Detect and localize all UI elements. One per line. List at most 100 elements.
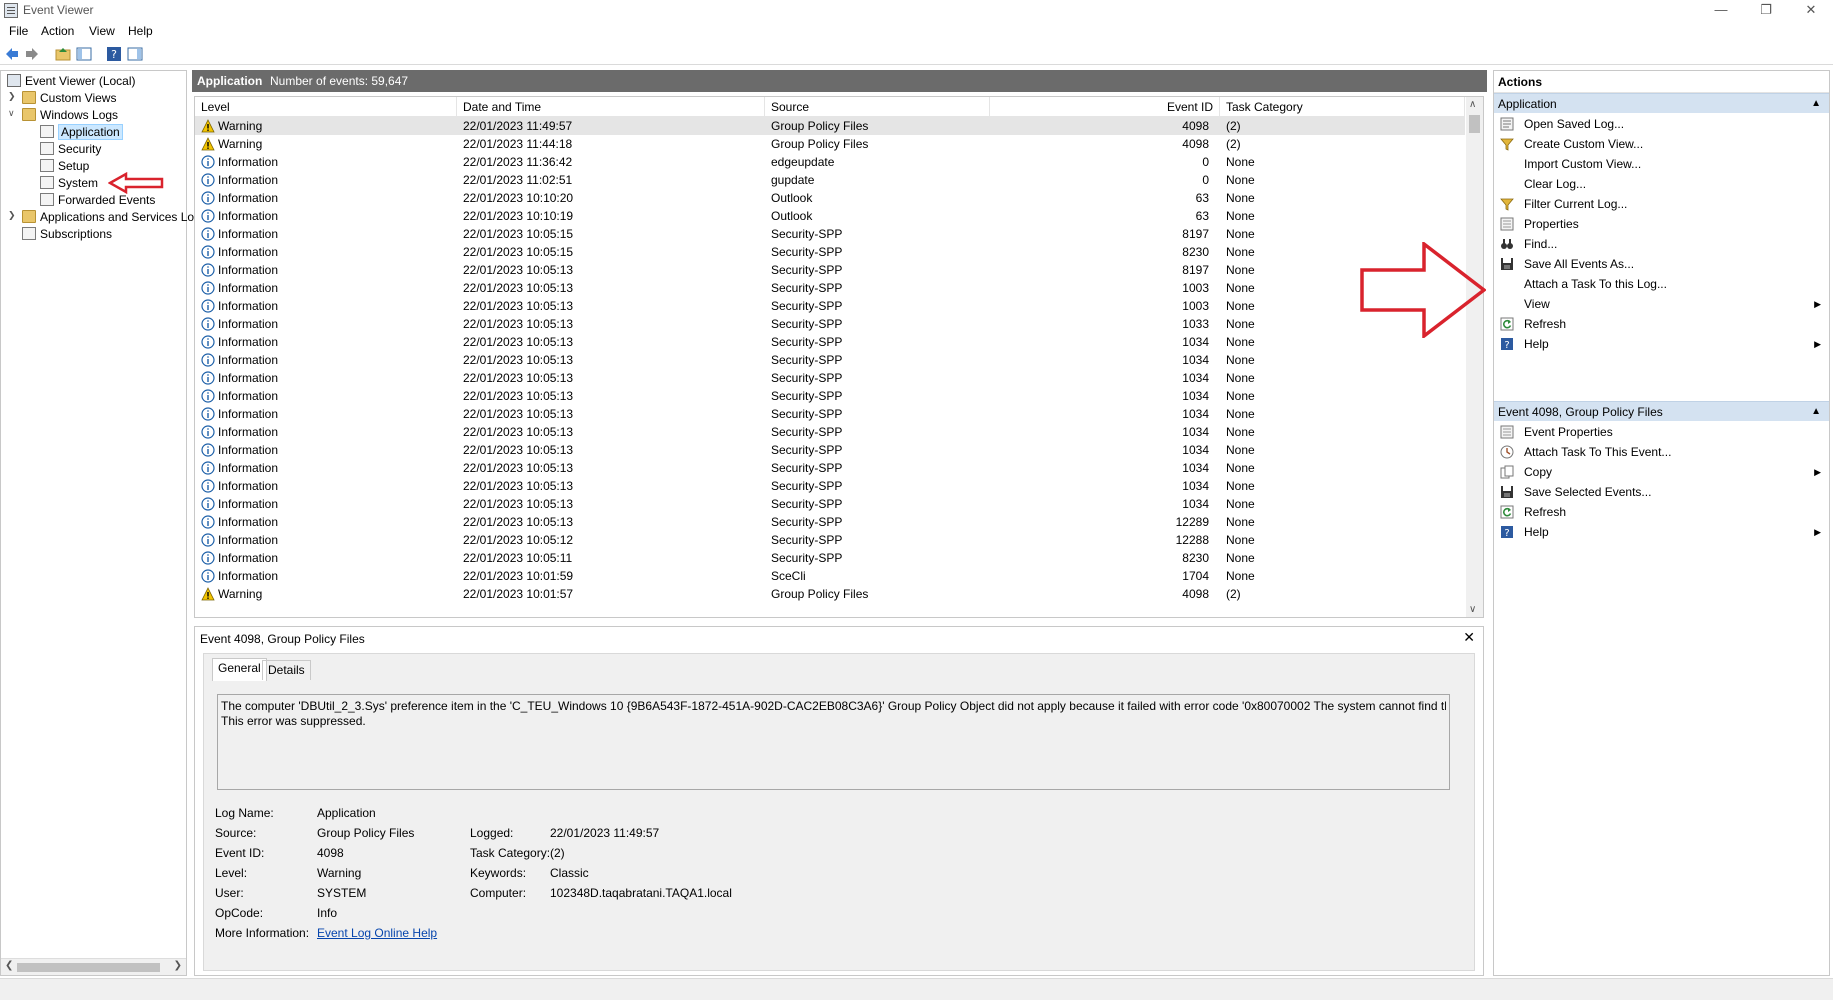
column-header-level[interactable]: Level [195,97,457,117]
action-open-saved-log[interactable]: Open Saved Log... [1494,114,1829,134]
table-row[interactable]: Information 22/01/2023 10:05:13 Security-S… [195,513,1465,531]
table-row[interactable]: Information 22/01/2023 10:05:13 Security-S… [195,441,1465,459]
cell-text: Information [218,515,279,529]
scroll-right-icon[interactable]: ❯ [174,960,182,971]
table-row[interactable]: Information 22/01/2023 10:05:13 Security-S… [195,297,1465,315]
help-icon[interactable]: ? [106,46,122,62]
action-help[interactable]: ? Help ▶ [1494,334,1829,354]
action-attach-a-task-to-this-log[interactable]: Attach a Task To this Log... [1494,274,1829,294]
table-row[interactable]: Warning 22/01/2023 10:01:57 Group Policy F… [195,585,1465,603]
table-row[interactable]: Information 22/01/2023 10:05:13 Security-S… [195,477,1465,495]
action-event-properties[interactable]: Event Properties [1494,422,1829,442]
tree-log-system[interactable]: System [40,175,98,192]
scroll-down-icon[interactable]: ∨ [1469,604,1476,615]
table-row[interactable]: Information 22/01/2023 10:05:13 Security-S… [195,279,1465,297]
collapse-chevron-icon[interactable]: ∨ [8,108,18,119]
expand-chevron-icon[interactable]: ❯ [8,210,18,221]
table-row[interactable]: Information 22/01/2023 11:36:42 edgeupdate… [195,153,1465,171]
scroll-left-icon[interactable]: ❮ [5,960,13,971]
up-folder-icon[interactable] [55,46,71,62]
section-label: Application [1498,97,1557,111]
tree-subscriptions[interactable]: Subscriptions [22,226,112,243]
tree-log-application[interactable]: Application [40,124,123,141]
tab-details[interactable]: Details [262,660,311,680]
table-row[interactable]: Information 22/01/2023 10:01:59 SceCli 1704… [195,567,1465,585]
information-icon [201,299,215,313]
tree-apps-and-services[interactable]: Applications and Services Lo [22,209,194,226]
table-row[interactable]: Information 22/01/2023 10:05:15 Security-S… [195,225,1465,243]
table-row[interactable]: Information 22/01/2023 10:05:13 Security-S… [195,459,1465,477]
action-properties[interactable]: Properties [1494,214,1829,234]
table-row[interactable]: Information 22/01/2023 10:05:13 Security-S… [195,333,1465,351]
tree-log-forwarded-events[interactable]: Forwarded Events [40,192,155,209]
scroll-thumb[interactable] [1469,115,1480,133]
forward-arrow-icon[interactable] [24,46,40,62]
table-row[interactable]: Information 22/01/2023 10:05:13 Security-S… [195,261,1465,279]
column-header-date-time[interactable]: Date and Time [457,97,765,117]
menu-file[interactable]: File [9,24,28,38]
table-row[interactable]: Information 22/01/2023 10:10:19 Outlook 63 N… [195,207,1465,225]
action-filter-current-log[interactable]: Filter Current Log... [1494,194,1829,214]
column-header-task-category[interactable]: Task Category [1220,97,1465,117]
expand-chevron-icon[interactable]: ❯ [8,91,18,102]
cell-id: 4098 [995,117,1209,135]
cell-text: 22/01/2023 10:05:13 [463,281,574,295]
menu-view[interactable]: View [89,24,115,38]
back-arrow-icon[interactable] [4,46,20,62]
collapse-caret-icon[interactable]: ▲ [1811,402,1821,422]
tree-root[interactable]: Event Viewer (Local) [7,73,136,90]
cell-text: Warning [218,587,263,601]
action-save-all-events-as[interactable]: Save All Events As... [1494,254,1829,274]
action-clear-log[interactable]: Clear Log... [1494,174,1829,194]
menu-help[interactable]: Help [128,24,153,38]
action-refresh[interactable]: Refresh [1494,314,1829,334]
event-list-scrollbar[interactable]: ∧ ∨ [1466,97,1483,617]
table-row[interactable]: Warning 22/01/2023 11:49:57 Group Policy F… [195,117,1465,135]
tab-general[interactable]: General [212,658,267,681]
table-row[interactable]: Information 22/01/2023 10:10:20 Outlook 63 N… [195,189,1465,207]
show-action-pane-icon[interactable] [127,46,143,62]
event-log-online-help-link[interactable]: Event Log Online Help [317,926,437,940]
scroll-thumb[interactable] [17,963,160,972]
action-find[interactable]: Find... [1494,234,1829,254]
tree-log-setup[interactable]: Setup [40,158,89,175]
action-refresh[interactable]: Refresh [1494,502,1829,522]
actions-section-event[interactable]: Event 4098, Group Policy Files ▲ [1494,401,1829,421]
table-row[interactable]: Information 22/01/2023 10:05:13 Security-S… [195,495,1465,513]
tree-log-security[interactable]: Security [40,141,101,158]
action-create-custom-view[interactable]: Create Custom View... [1494,134,1829,154]
column-header-source[interactable]: Source [765,97,990,117]
tree-windows-logs[interactable]: Windows Logs [22,107,118,124]
table-row[interactable]: Information 22/01/2023 10:05:13 Security-S… [195,387,1465,405]
actions-section-application[interactable]: Application ▲ [1494,93,1829,113]
action-import-custom-view[interactable]: Import Custom View... [1494,154,1829,174]
event-message[interactable]: The computer 'DBUtil_2_3.Sys' preference… [217,694,1450,790]
scroll-up-icon[interactable]: ∧ [1469,99,1476,110]
close-button[interactable]: ✕ [1790,0,1832,22]
column-header-event-id[interactable]: Event ID [990,97,1220,117]
table-row[interactable]: Information 22/01/2023 11:02:51 gupdate 0 No… [195,171,1465,189]
cell-id: 1034 [995,387,1209,405]
table-row[interactable]: Information 22/01/2023 10:05:13 Security-S… [195,351,1465,369]
table-row[interactable]: Information 22/01/2023 10:05:12 Security-S… [195,531,1465,549]
show-hide-tree-icon[interactable] [76,46,92,62]
restore-button[interactable]: ❐ [1745,0,1787,22]
action-save-selected-events[interactable]: Save Selected Events... [1494,482,1829,502]
tree-horizontal-scrollbar[interactable]: ❮ ❯ [1,958,186,975]
table-row[interactable]: Information 22/01/2023 10:05:13 Security-S… [195,315,1465,333]
action-copy[interactable]: Copy ▶ [1494,462,1829,482]
tree-custom-views[interactable]: Custom Views [22,90,116,107]
action-attach-task-to-this-event[interactable]: Attach Task To This Event... [1494,442,1829,462]
table-row[interactable]: Information 22/01/2023 10:05:15 Security-S… [195,243,1465,261]
collapse-caret-icon[interactable]: ▲ [1811,94,1821,114]
table-row[interactable]: Information 22/01/2023 10:05:13 Security-S… [195,423,1465,441]
table-row[interactable]: Information 22/01/2023 10:05:13 Security-S… [195,405,1465,423]
close-icon[interactable]: ✕ [1463,629,1475,646]
table-row[interactable]: Warning 22/01/2023 11:44:18 Group Policy F… [195,135,1465,153]
table-row[interactable]: Information 22/01/2023 10:05:13 Security-S… [195,369,1465,387]
menu-action[interactable]: Action [41,24,74,38]
action-help[interactable]: ? Help ▶ [1494,522,1829,542]
action-view[interactable]: View ▶ [1494,294,1829,314]
table-row[interactable]: Information 22/01/2023 10:05:11 Security-S… [195,549,1465,567]
minimize-button[interactable]: — [1700,0,1742,22]
